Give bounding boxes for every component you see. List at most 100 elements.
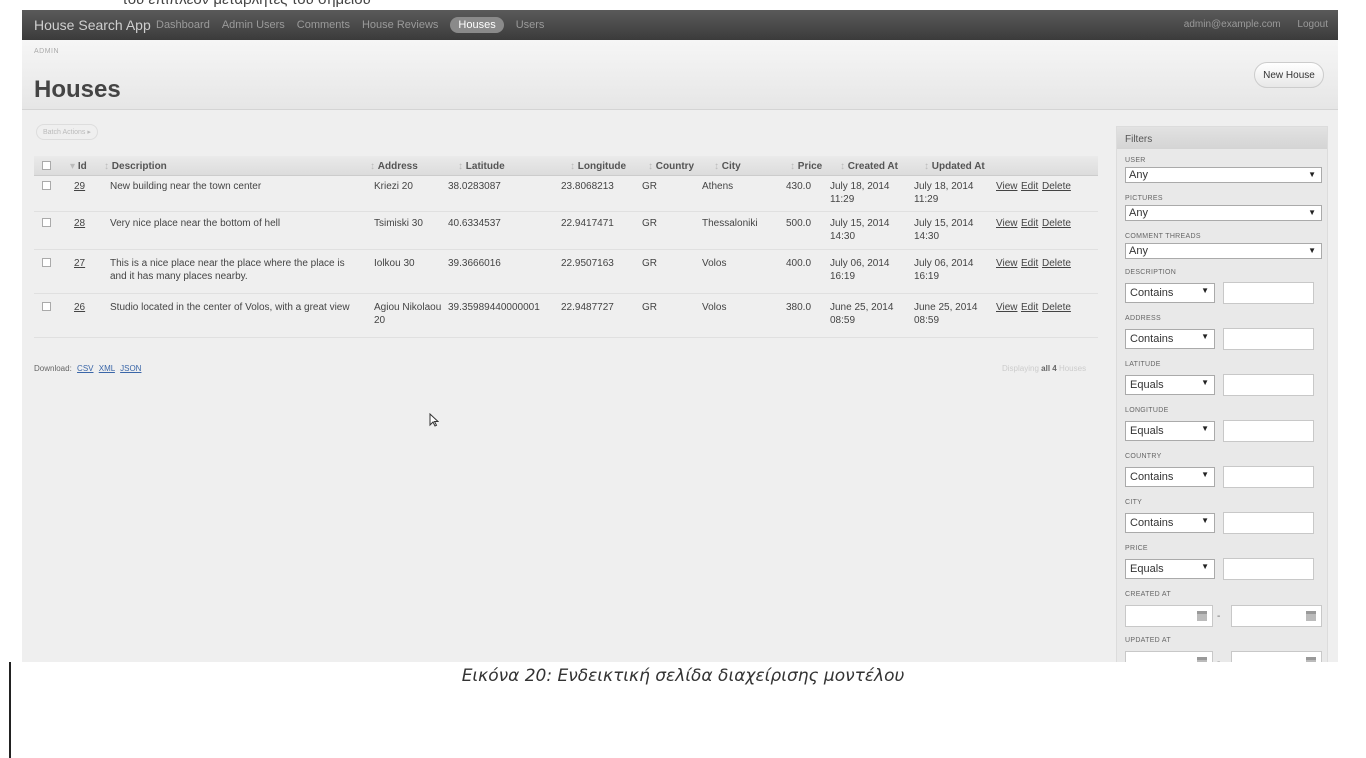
cell-description: This is a nice place near the place wher… — [110, 258, 345, 282]
row-id-link[interactable]: 28 — [74, 217, 85, 230]
city-filter-input[interactable] — [1223, 512, 1314, 534]
calendar-icon[interactable] — [1197, 657, 1207, 662]
view-link[interactable]: View — [996, 217, 1018, 230]
description-filter-input[interactable] — [1223, 282, 1314, 304]
row-id-link[interactable]: 29 — [74, 180, 85, 193]
col-latitude[interactable]: ↕ Latitude — [458, 161, 505, 172]
updated-at-to-input[interactable] — [1231, 651, 1322, 662]
nav-item-admin-users[interactable]: Admin Users — [222, 19, 285, 31]
pictures-filter-select[interactable]: Any ▼ — [1125, 205, 1322, 221]
col-longitude[interactable]: ↕ Longitude — [570, 161, 626, 172]
row-id-link[interactable]: 26 — [74, 301, 85, 314]
latitude-operator-select[interactable]: Equals ▼ — [1125, 375, 1215, 395]
nav-item-houses[interactable]: Houses — [450, 17, 504, 33]
date-range-separator: - — [1217, 657, 1220, 662]
date-range-separator: - — [1217, 611, 1221, 622]
country-operator-select[interactable]: Contains ▼ — [1125, 467, 1215, 487]
col-updated-at[interactable]: ↕ Updated At — [924, 161, 985, 172]
cell-country: GR — [642, 181, 657, 192]
col-country[interactable]: ↕ Country — [648, 161, 694, 172]
longitude-filter-input[interactable] — [1223, 420, 1314, 442]
delete-link[interactable]: Delete — [1042, 217, 1071, 230]
select-all-checkbox[interactable] — [42, 161, 51, 170]
created-at-from-input[interactable] — [1125, 605, 1213, 627]
city-operator-select[interactable]: Contains ▼ — [1125, 513, 1215, 533]
sort-icon: ↕ — [570, 161, 578, 172]
filter-label-price: PRICE — [1125, 545, 1148, 552]
view-link[interactable]: View — [996, 257, 1018, 270]
sort-icon: ↕ — [714, 161, 722, 172]
address-filter-input[interactable] — [1223, 328, 1314, 350]
nav-item-users[interactable]: Users — [516, 19, 545, 31]
dropdown-arrow-icon: ▼ — [1201, 516, 1209, 525]
figure-caption: Εικόνα 20: Ενδεικτική σελίδα διαχείρισης… — [461, 666, 905, 686]
longitude-operator-select[interactable]: Equals ▼ — [1125, 421, 1215, 441]
dropdown-arrow-icon: ▼ — [1201, 332, 1209, 341]
edit-link[interactable]: Edit — [1021, 257, 1038, 270]
cell-updated-at: July 15, 2014 14:30 — [914, 218, 974, 242]
row-checkbox[interactable] — [42, 218, 51, 227]
pagination-prefix: Displaying — [1002, 364, 1039, 373]
app-brand[interactable]: House Search App — [34, 17, 151, 33]
updated-at-from-input[interactable] — [1125, 651, 1213, 662]
col-created-at[interactable]: ↕ Created At — [840, 161, 898, 172]
edit-link[interactable]: Edit — [1021, 217, 1038, 230]
new-house-button[interactable]: New House — [1254, 62, 1324, 88]
cell-address: Agiou Nikolaou 20 — [374, 302, 442, 326]
latitude-filter-input[interactable] — [1223, 374, 1314, 396]
download-csv-link[interactable]: CSV — [77, 364, 93, 373]
calendar-icon[interactable] — [1306, 611, 1316, 621]
cell-country: GR — [642, 258, 657, 269]
filter-label-description: DESCRIPTION — [1125, 269, 1177, 276]
view-link[interactable]: View — [996, 301, 1018, 314]
col-city[interactable]: ↕ City — [714, 161, 741, 172]
filter-label-updated-at: UPDATED AT — [1125, 637, 1171, 644]
delete-link[interactable]: Delete — [1042, 257, 1071, 270]
nav-item-house-reviews[interactable]: House Reviews — [362, 19, 438, 31]
filter-label-address: ADDRESS — [1125, 315, 1161, 322]
row-checkbox[interactable] — [42, 258, 51, 267]
filter-label-pictures: PICTURES — [1125, 195, 1163, 202]
table-row: 28 Very nice place near the bottom of he… — [34, 212, 1098, 250]
calendar-icon[interactable] — [1197, 611, 1207, 621]
row-checkbox[interactable] — [42, 181, 51, 190]
nav-item-comments[interactable]: Comments — [297, 19, 350, 31]
delete-link[interactable]: Delete — [1042, 301, 1071, 314]
download-json-link[interactable]: JSON — [120, 364, 141, 373]
row-checkbox[interactable] — [42, 302, 51, 311]
sort-icon: ↕ — [104, 161, 112, 172]
col-description[interactable]: ↕ Description — [104, 161, 167, 172]
admin-screenshot: House Search App Dashboard Admin Users C… — [22, 10, 1338, 662]
logout-link[interactable]: Logout — [1297, 19, 1328, 30]
edit-link[interactable]: Edit — [1021, 301, 1038, 314]
comment-threads-filter-select[interactable]: Any ▼ — [1125, 243, 1322, 259]
calendar-icon[interactable] — [1306, 657, 1316, 662]
price-operator-select[interactable]: Equals ▼ — [1125, 559, 1215, 579]
breadcrumb[interactable]: ADMIN — [34, 48, 59, 55]
row-id-link[interactable]: 27 — [74, 257, 85, 270]
dropdown-arrow-icon: ▼ — [1201, 286, 1209, 295]
cell-city: Volos — [702, 258, 727, 269]
cell-updated-at: July 18, 2014 11:29 — [914, 181, 974, 205]
created-at-to-input[interactable] — [1231, 605, 1322, 627]
cell-description: Studio located in the center of Volos, w… — [110, 302, 350, 313]
address-operator-select[interactable]: Contains ▼ — [1125, 329, 1215, 349]
nav-item-dashboard[interactable]: Dashboard — [156, 19, 210, 31]
col-price[interactable]: ↕ Price — [790, 161, 822, 172]
edit-link[interactable]: Edit — [1021, 180, 1038, 193]
user-email-link[interactable]: admin@example.com — [1184, 19, 1281, 30]
price-filter-input[interactable] — [1223, 558, 1314, 580]
country-filter-input[interactable] — [1223, 466, 1314, 488]
cell-country: GR — [642, 218, 657, 229]
view-link[interactable]: View — [996, 180, 1018, 193]
batch-actions-label: Batch Actions — [43, 128, 86, 136]
delete-link[interactable]: Delete — [1042, 180, 1071, 193]
description-operator-select[interactable]: Contains ▼ — [1125, 283, 1215, 303]
col-address[interactable]: ↕ Address — [370, 161, 418, 172]
user-filter-select[interactable]: Any ▼ — [1125, 167, 1322, 183]
cell-created-at: July 06, 2014 16:19 — [830, 258, 890, 282]
batch-actions-button[interactable]: Batch Actions ▸ — [36, 124, 98, 140]
col-id[interactable]: ▾ Id — [70, 161, 87, 172]
sort-icon: ↕ — [924, 161, 932, 172]
download-xml-link[interactable]: XML — [99, 364, 115, 373]
